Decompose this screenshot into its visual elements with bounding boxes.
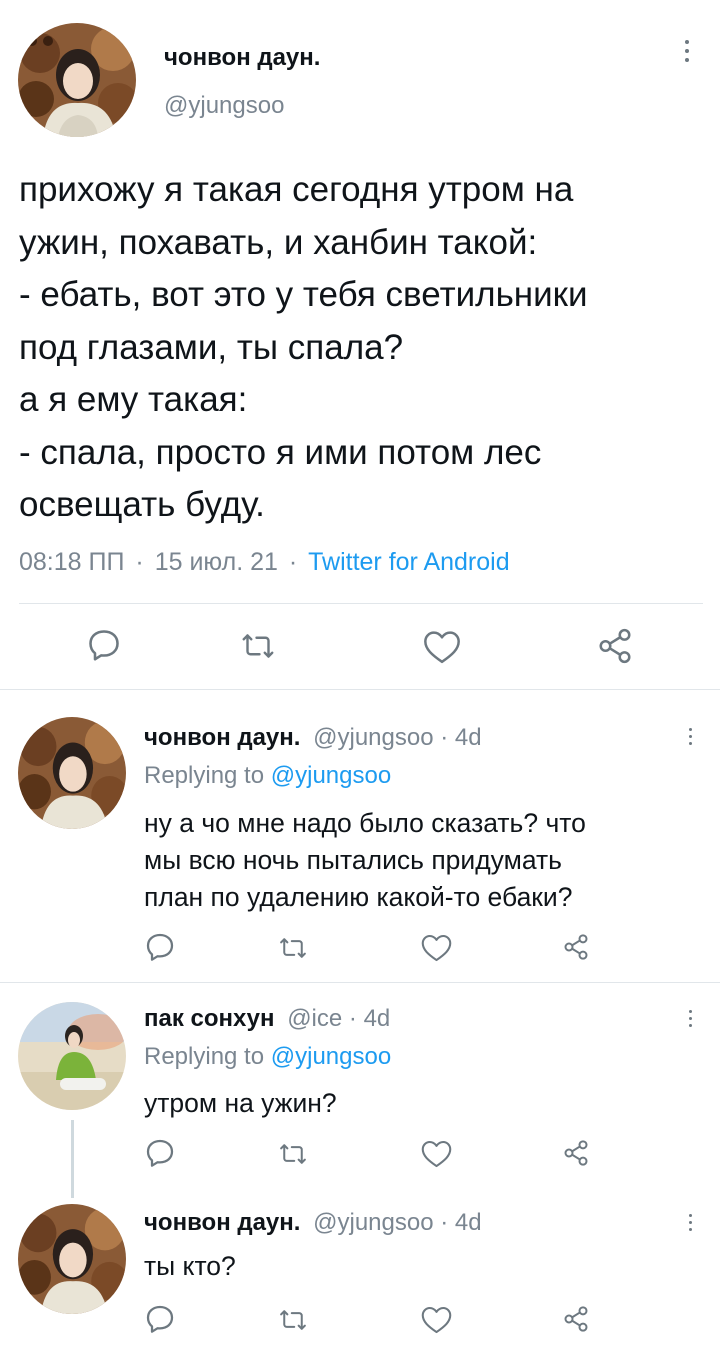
tweet-age: 4d	[454, 1209, 482, 1236]
avatar[interactable]	[18, 1204, 126, 1314]
avatar[interactable]	[18, 23, 136, 137]
avatar-photo	[18, 1002, 126, 1110]
author-display-name[interactable]: пак сонхун	[144, 1005, 275, 1032]
divider	[19, 603, 703, 604]
share-icon[interactable]	[562, 1139, 590, 1167]
thread-line	[71, 1120, 74, 1198]
share-icon[interactable]	[562, 933, 590, 961]
share-icon[interactable]	[596, 627, 634, 665]
like-icon[interactable]	[420, 931, 453, 963]
replying-to-handle[interactable]: @yjungsoo	[271, 1043, 391, 1070]
tweet-meta: 08:18 ПП · 15 июл. 21 · Twitter for Andr…	[19, 548, 510, 577]
tweet-age: 4d	[363, 1005, 391, 1032]
tweet-text-line: - ебать, вот это у тебя светильники	[19, 275, 588, 314]
retweet-icon[interactable]	[278, 1139, 308, 1169]
tweet-text-line: под глазами, ты спала?	[19, 327, 404, 367]
tweet-time: 08:18 ПП	[19, 548, 125, 576]
tweet-text-line: прихожу я такая сегодня утром на	[19, 170, 574, 209]
meta-separator: ·	[135, 548, 144, 576]
meta-separator: ·	[440, 724, 449, 751]
tweet-text-line: - спала, просто я ими потом лес	[19, 432, 542, 472]
like-icon[interactable]	[420, 1137, 453, 1169]
avatar-photo	[18, 717, 126, 829]
tweet-text-line: план по удалению какой-то ебаки?	[144, 882, 573, 912]
reply-text: ну а чо мне надо было сказать? что мы вс…	[144, 805, 586, 916]
tweet-text-line: ужин, похавать, и ханбин такой:	[19, 222, 538, 262]
author-handle[interactable]: @yjungsoo	[313, 724, 433, 751]
share-icon[interactable]	[562, 1305, 590, 1333]
divider	[0, 982, 720, 983]
replying-to-label: Replying to	[144, 1043, 265, 1070]
tweet-source-link[interactable]: Twitter for Android	[308, 548, 509, 576]
tweet-date: 15 июл. 21	[154, 548, 278, 576]
tweet-text-line: освещать буду.	[19, 485, 265, 524]
avatar[interactable]	[18, 1002, 126, 1110]
meta-separator: ·	[288, 548, 298, 576]
meta-separator: ·	[440, 1209, 449, 1236]
reply-header: пак сонхун @ice · 4d	[144, 1005, 390, 1033]
reply-text: ты кто?	[144, 1248, 236, 1285]
tweet-text-line: мы всю ночь пытались придумать	[144, 845, 562, 875]
replying-to-handle[interactable]: @yjungsoo	[271, 762, 391, 789]
author-display-name[interactable]: чонвон даун.	[144, 1209, 300, 1236]
reply-header: чонвон даун. @yjungsoo · 4d	[144, 724, 482, 752]
tweet-text-line: ты кто?	[144, 1251, 236, 1281]
meta-separator: ·	[348, 1005, 357, 1032]
reply-icon[interactable]	[144, 931, 176, 963]
more-vertical-icon[interactable]	[687, 1010, 693, 1027]
replying-to-label: Replying to	[144, 762, 265, 789]
reply-icon[interactable]	[144, 1137, 176, 1169]
avatar-photo	[18, 23, 136, 137]
reply-header: чонвон даун. @yjungsoo · 4d	[144, 1209, 482, 1237]
like-icon[interactable]	[420, 1303, 453, 1335]
like-icon[interactable]	[422, 627, 462, 665]
reply-icon[interactable]	[86, 627, 122, 663]
replying-to: Replying to @yjungsoo	[144, 1043, 391, 1071]
more-vertical-icon[interactable]	[684, 40, 690, 62]
tweet-text-line: а я ему такая:	[19, 380, 248, 419]
tweet-text-line: утром на ужин?	[144, 1088, 337, 1118]
tweet-text: прихожу я такая сегодня утром на ужин, п…	[19, 164, 709, 532]
author-display-name[interactable]: чонвон даун.	[144, 724, 300, 751]
avatar-photo	[18, 1204, 126, 1314]
reply-text: утром на ужин?	[144, 1085, 337, 1122]
retweet-icon[interactable]	[278, 933, 308, 963]
avatar[interactable]	[18, 717, 126, 829]
reply-icon[interactable]	[144, 1303, 176, 1335]
replying-to: Replying to @yjungsoo	[144, 762, 391, 790]
more-vertical-icon[interactable]	[687, 1214, 693, 1231]
retweet-icon[interactable]	[278, 1305, 308, 1335]
divider	[0, 689, 720, 690]
retweet-icon[interactable]	[240, 628, 276, 664]
tweet-age: 4d	[454, 724, 482, 751]
author-handle[interactable]: @yjungsoo	[164, 92, 284, 120]
author-handle[interactable]: @yjungsoo	[313, 1209, 433, 1236]
more-vertical-icon[interactable]	[687, 728, 693, 745]
tweet-text-line: ну а чо мне надо было сказать? что	[144, 808, 586, 838]
author-display-name[interactable]: чонвон даун.	[164, 44, 320, 72]
author-handle[interactable]: @ice	[287, 1005, 342, 1032]
